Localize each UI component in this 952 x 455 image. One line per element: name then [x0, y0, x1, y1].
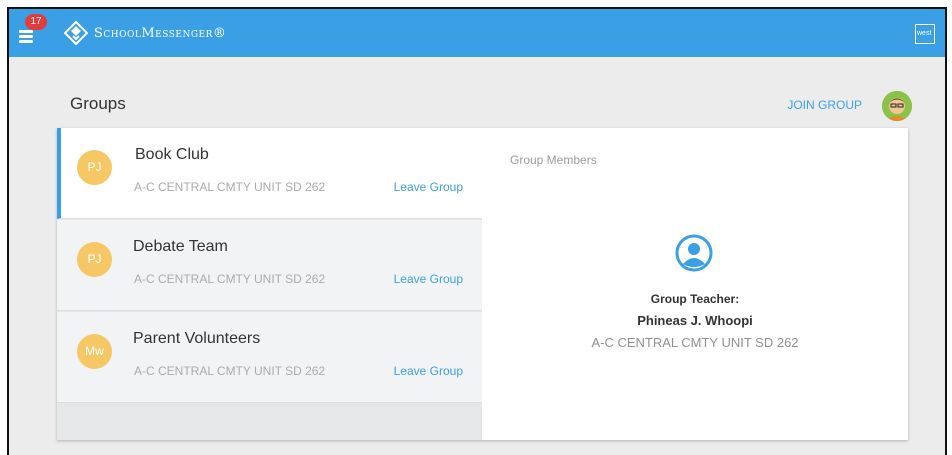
brand-logo[interactable]: SchoolMessenger® — [64, 20, 226, 46]
leave-group-button[interactable]: Leave Group — [394, 364, 463, 378]
top-bar: 17 SchoolMessenger® west — [9, 9, 945, 57]
person-icon — [675, 234, 713, 272]
brand-name: SchoolMessenger® — [94, 25, 227, 41]
group-avatar: Mw — [77, 334, 112, 369]
group-org: A-C CENTRAL CMTY UNIT SD 262 — [134, 364, 326, 378]
teacher-org: A-C CENTRAL CMTY UNIT SD 262 — [591, 335, 799, 350]
group-org: A-C CENTRAL CMTY UNIT SD 262 — [134, 180, 326, 194]
user-avatar-icon — [882, 91, 912, 121]
join-group-button[interactable]: JOIN GROUP — [787, 98, 862, 112]
avatar[interactable] — [882, 91, 912, 121]
notification-badge: 17 — [25, 14, 47, 30]
user-button[interactable]: west — [915, 24, 935, 44]
group-item-debate-team[interactable]: PJ Debate Team A-C CENTRAL CMTY UNIT SD … — [57, 220, 482, 311]
groups-panel: PJ Book Club A-C CENTRAL CMTY UNIT SD 26… — [57, 128, 908, 440]
group-item-book-club[interactable]: PJ Book Club A-C CENTRAL CMTY UNIT SD 26… — [57, 128, 482, 219]
menu-icon-line — [19, 30, 33, 33]
app-window: 17 SchoolMessenger® west Groups JOIN GRO… — [7, 7, 947, 455]
page-title: Groups — [70, 94, 126, 113]
menu-icon-line — [19, 35, 33, 38]
group-list: PJ Book Club A-C CENTRAL CMTY UNIT SD 26… — [57, 128, 482, 440]
teacher-name: Phineas J. Whoopi — [637, 313, 753, 328]
group-avatar: PJ — [77, 242, 112, 277]
group-name: Debate Team — [133, 238, 228, 255]
group-org: A-C CENTRAL CMTY UNIT SD 262 — [134, 272, 326, 286]
leave-group-button[interactable]: Leave Group — [394, 180, 463, 194]
teacher-title: Group Teacher: — [650, 292, 740, 306]
group-avatar: PJ — [77, 150, 112, 185]
group-members-pane: Group Members Group Teacher: Phineas J. … — [482, 128, 908, 440]
group-name: Book Club — [135, 146, 209, 163]
members-heading: Group Members — [510, 153, 597, 167]
menu-icon-line — [19, 40, 33, 43]
group-item-parent-volunteers[interactable]: Mw Parent Volunteers A-C CENTRAL CMTY UN… — [57, 312, 482, 403]
leave-group-button[interactable]: Leave Group — [394, 272, 463, 286]
diamond-logo-icon — [64, 21, 88, 45]
group-name: Parent Volunteers — [133, 330, 261, 347]
